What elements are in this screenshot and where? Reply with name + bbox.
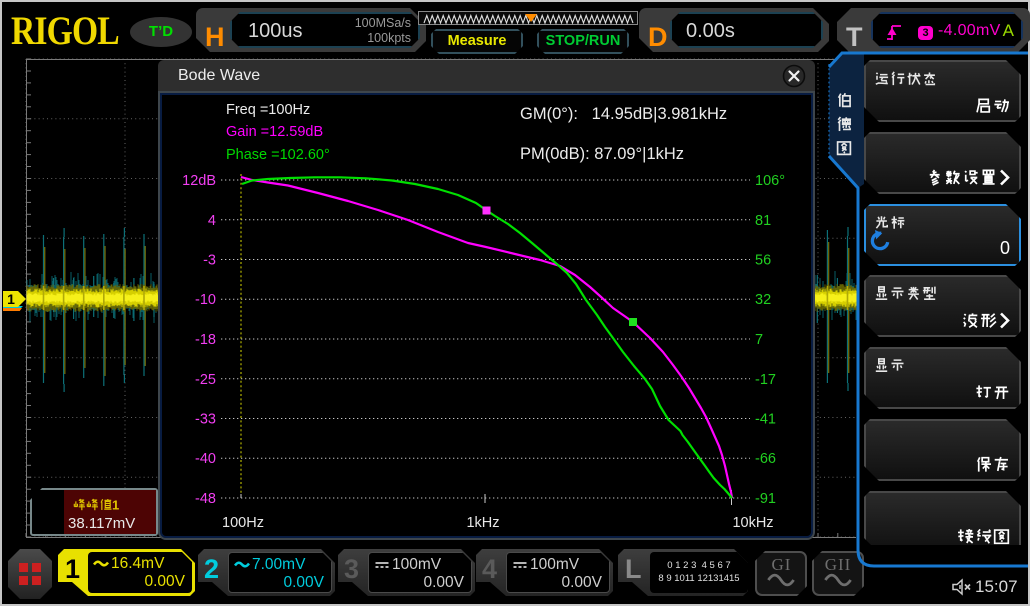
svg-text:1kHz: 1kHz <box>466 515 499 531</box>
svg-text:106°: 106° <box>755 173 785 189</box>
svg-text:7: 7 <box>755 332 763 348</box>
svg-text:-3: -3 <box>203 253 216 269</box>
svg-text:-48: -48 <box>195 491 216 507</box>
svg-text:-40: -40 <box>195 451 216 467</box>
svg-text:4: 4 <box>208 213 216 229</box>
svg-text:-41: -41 <box>755 412 776 428</box>
svg-text:100Hz: 100Hz <box>222 515 264 531</box>
svg-text:56: 56 <box>755 253 771 269</box>
svg-text:32: 32 <box>755 292 771 308</box>
svg-text:-25: -25 <box>195 372 216 388</box>
svg-text:10kHz: 10kHz <box>732 515 773 531</box>
svg-text:-33: -33 <box>195 412 216 428</box>
svg-text:-91: -91 <box>755 491 776 507</box>
svg-text:-10: -10 <box>195 292 216 308</box>
svg-text:12dB: 12dB <box>182 173 216 189</box>
svg-text:-66: -66 <box>755 451 776 467</box>
svg-text:81: 81 <box>755 213 771 229</box>
svg-text:-18: -18 <box>195 332 216 348</box>
svg-text:-17: -17 <box>755 372 776 388</box>
